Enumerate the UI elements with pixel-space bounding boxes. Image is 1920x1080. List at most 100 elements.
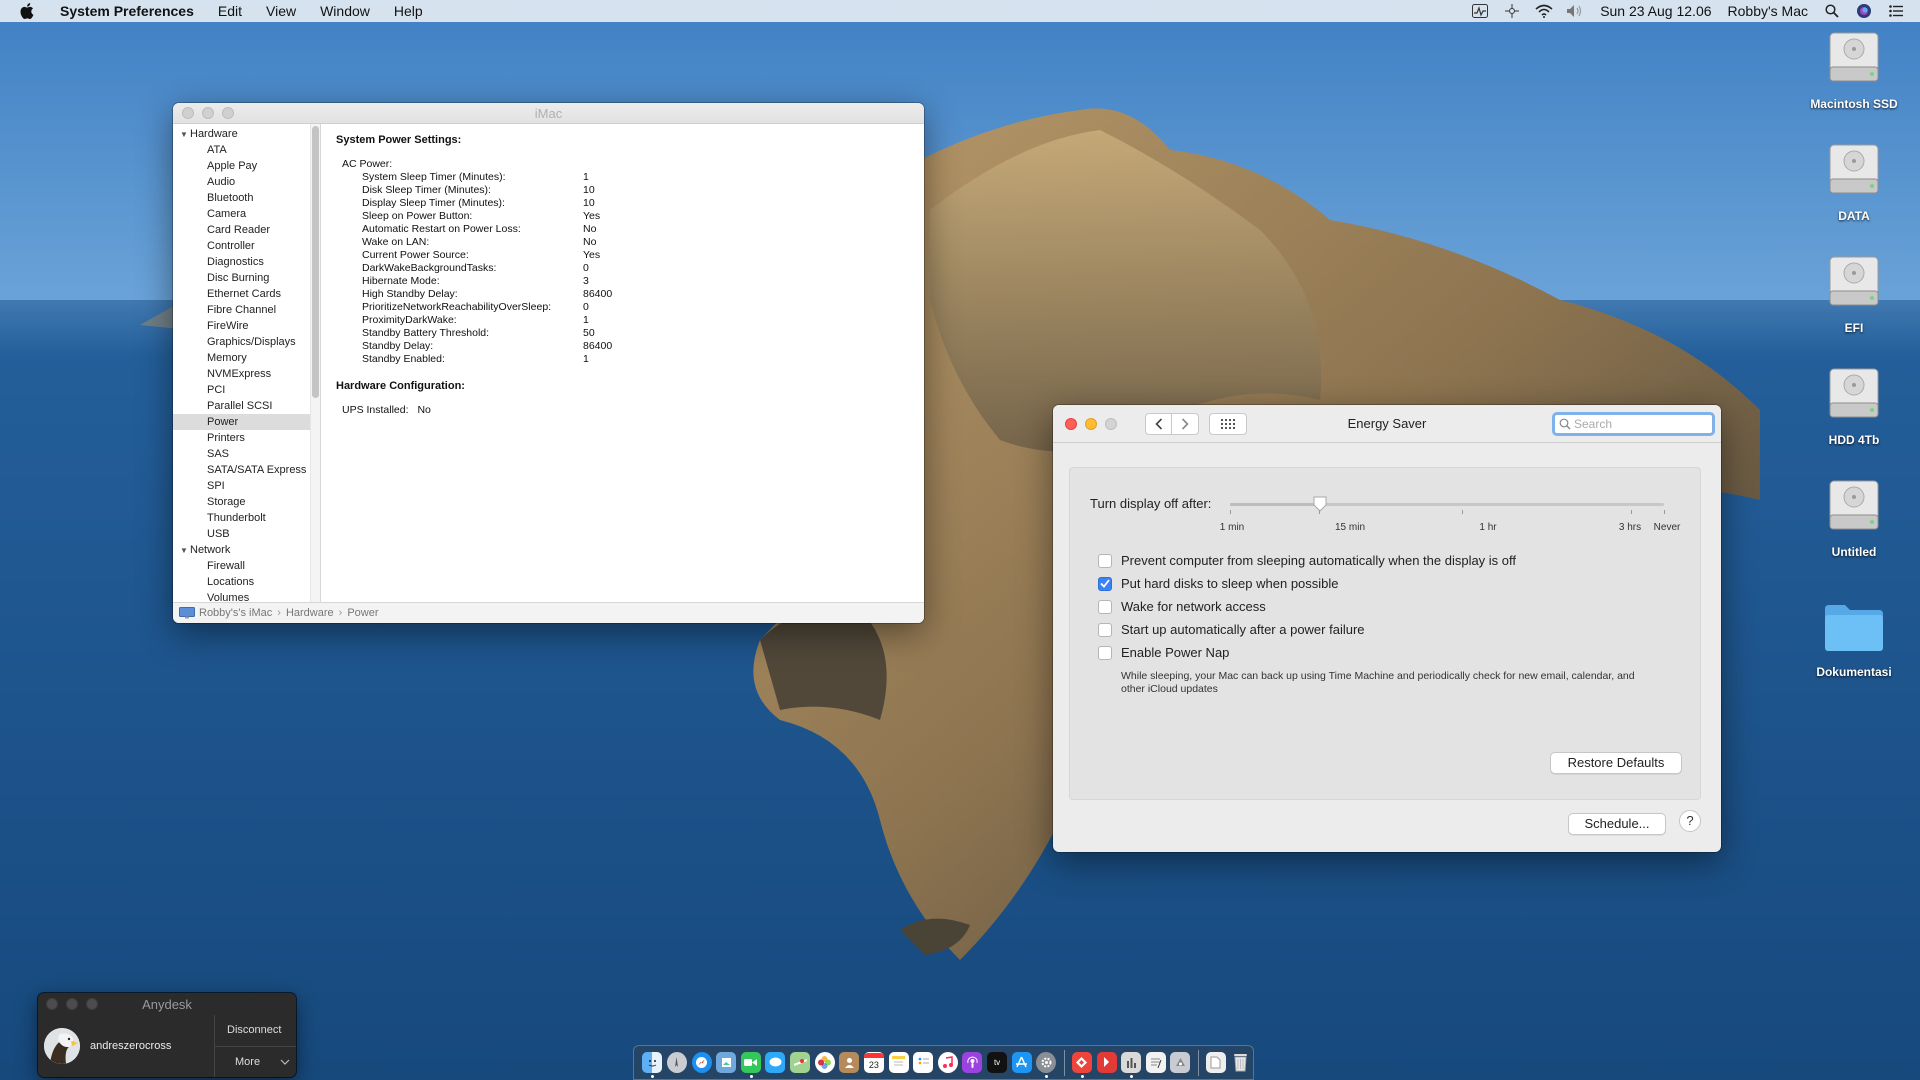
preview-icon[interactable] (716, 1052, 737, 1073)
trash-icon[interactable] (1231, 1052, 1251, 1073)
breadcrumb-hardware[interactable]: Hardware (286, 607, 334, 619)
menu-edit[interactable]: Edit (206, 0, 254, 22)
textedit-icon[interactable] (1145, 1052, 1166, 1073)
sidebar-item-memory[interactable]: Memory (173, 350, 320, 366)
system-information-icon[interactable] (1121, 1052, 1142, 1078)
desktop-icon-untitled[interactable]: Untitled (1799, 479, 1909, 559)
checkbox[interactable] (1098, 622, 1112, 637)
sidebar-item-bluetooth[interactable]: Bluetooth (173, 190, 320, 206)
notes-icon[interactable] (888, 1052, 909, 1073)
option-prevent-sleep[interactable]: Prevent computer from sleeping automatic… (1098, 553, 1516, 568)
back-button[interactable] (1145, 412, 1172, 435)
menu-help[interactable]: Help (382, 0, 435, 22)
checkbox[interactable] (1098, 553, 1112, 568)
activity-monitor-icon[interactable] (1470, 3, 1490, 19)
sidebar-item-ata[interactable]: ATA (173, 142, 320, 158)
sidebar-item-storage[interactable]: Storage (173, 494, 320, 510)
tree-group-network[interactable]: ▼ Network (173, 542, 320, 558)
sidebar-item-printers[interactable]: Printers (173, 430, 320, 446)
restore-defaults-button[interactable]: Restore Defaults (1550, 752, 1682, 774)
disconnect-button[interactable]: Disconnect (215, 1015, 296, 1046)
siri-icon[interactable] (1854, 3, 1874, 19)
sidebar-item-power[interactable]: Power (173, 414, 320, 430)
sidebar-item-disc-burning[interactable]: Disc Burning (173, 270, 320, 286)
desktop-icon-dokumentasi[interactable]: Dokumentasi (1799, 597, 1909, 679)
schedule-button[interactable]: Schedule... (1568, 813, 1666, 835)
network-link-icon[interactable] (1502, 3, 1522, 19)
desktop-icon-data[interactable]: DATA (1799, 143, 1909, 223)
anydesk-remote-icon[interactable] (1096, 1052, 1117, 1073)
sidebar-item-thunderbolt[interactable]: Thunderbolt (173, 510, 320, 526)
search-field[interactable]: Search (1552, 412, 1715, 436)
sidebar-item-apple-pay[interactable]: Apple Pay (173, 158, 320, 174)
sidebar-scrollbar-thumb[interactable] (312, 126, 319, 398)
sidebar-item-fibre-channel[interactable]: Fibre Channel (173, 302, 320, 318)
documents-stack-icon[interactable] (1205, 1052, 1226, 1073)
forward-button[interactable] (1172, 412, 1199, 435)
show-all-button[interactable] (1209, 412, 1247, 435)
sidebar-item-controller[interactable]: Controller (173, 238, 320, 254)
sidebar-item-volumes[interactable]: Volumes (173, 590, 320, 602)
menu-window[interactable]: Window (308, 0, 382, 22)
option-power-nap[interactable]: Enable Power Nap (1098, 645, 1229, 660)
menubar-clock[interactable]: Sun 23 Aug 12.06 (1592, 3, 1719, 19)
contacts-icon[interactable] (839, 1052, 860, 1073)
photos-icon[interactable] (814, 1052, 835, 1073)
facetime-icon[interactable] (740, 1052, 761, 1078)
window-titlebar[interactable]: Energy Saver Search (1053, 405, 1721, 443)
checkbox[interactable] (1098, 599, 1112, 614)
wifi-icon[interactable] (1534, 3, 1554, 19)
tv-icon[interactable]: tv (987, 1052, 1008, 1073)
sidebar-item-sas[interactable]: SAS (173, 446, 320, 462)
menu-view[interactable]: View (254, 0, 308, 22)
disclosure-triangle-icon[interactable]: ▼ (180, 546, 190, 555)
window-titlebar[interactable]: Anydesk (38, 993, 296, 1015)
system-preferences-icon[interactable] (1036, 1052, 1057, 1078)
sidebar-item-firewall[interactable]: Firewall (173, 558, 320, 574)
sidebar-item-pci[interactable]: PCI (173, 382, 320, 398)
more-button[interactable]: More (215, 1045, 296, 1078)
sidebar-item-diagnostics[interactable]: Diagnostics (173, 254, 320, 270)
desktop-icon-macintosh-ssd[interactable]: Macintosh SSD (1799, 31, 1909, 111)
disk-utility-icon[interactable] (1170, 1052, 1191, 1073)
sidebar-item-audio[interactable]: Audio (173, 174, 320, 190)
help-button[interactable]: ? (1679, 810, 1701, 832)
calendar-icon[interactable]: 23 (863, 1052, 884, 1073)
sidebar-item-spi[interactable]: SPI (173, 478, 320, 494)
sidebar-item-ethernet-cards[interactable]: Ethernet Cards (173, 286, 320, 302)
checkbox[interactable] (1098, 576, 1112, 591)
menubar-user[interactable]: Robby's Mac (1720, 3, 1816, 19)
option-wake-network[interactable]: Wake for network access (1098, 599, 1266, 614)
sidebar-item-parallel-scsi[interactable]: Parallel SCSI (173, 398, 320, 414)
podcasts-icon[interactable] (962, 1052, 983, 1073)
desktop-icon-efi[interactable]: EFI (1799, 255, 1909, 335)
option-disk-sleep[interactable]: Put hard disks to sleep when possible (1098, 576, 1339, 591)
sidebar-item-graphics-displays[interactable]: Graphics/Displays (173, 334, 320, 350)
sidebar-item-usb[interactable]: USB (173, 526, 320, 542)
breadcrumb-computer[interactable]: Robby's's iMac (199, 607, 272, 619)
messages-icon[interactable] (765, 1052, 786, 1073)
sidebar-item-camera[interactable]: Camera (173, 206, 320, 222)
anydesk-icon[interactable] (1071, 1052, 1092, 1078)
breadcrumb-power[interactable]: Power (347, 607, 378, 619)
notification-center-icon[interactable] (1886, 3, 1906, 19)
finder-icon[interactable] (642, 1052, 663, 1078)
sidebar-item-nvmexpress[interactable]: NVMExpress (173, 366, 320, 382)
menu-app-name[interactable]: System Preferences (54, 0, 206, 22)
music-icon[interactable] (937, 1052, 958, 1073)
reminders-icon[interactable] (913, 1052, 934, 1073)
safari-icon[interactable] (691, 1052, 712, 1073)
display-sleep-slider[interactable] (1230, 496, 1664, 512)
maps-icon[interactable] (790, 1052, 811, 1073)
sidebar-item-sata[interactable]: SATA/SATA Express (173, 462, 320, 478)
desktop-icon-hdd-4tb[interactable]: HDD 4Tb (1799, 367, 1909, 447)
sidebar-item-firewire[interactable]: FireWire (173, 318, 320, 334)
sidebar-item-card-reader[interactable]: Card Reader (173, 222, 320, 238)
disclosure-triangle-icon[interactable]: ▼ (180, 130, 190, 139)
checkbox[interactable] (1098, 645, 1112, 660)
option-start-after-failure[interactable]: Start up automatically after a power fai… (1098, 622, 1365, 637)
launchpad-icon[interactable] (666, 1052, 687, 1073)
tree-group-hardware[interactable]: ▼ Hardware (173, 126, 320, 142)
sidebar-item-locations[interactable]: Locations (173, 574, 320, 590)
app-store-icon[interactable] (1011, 1052, 1032, 1073)
